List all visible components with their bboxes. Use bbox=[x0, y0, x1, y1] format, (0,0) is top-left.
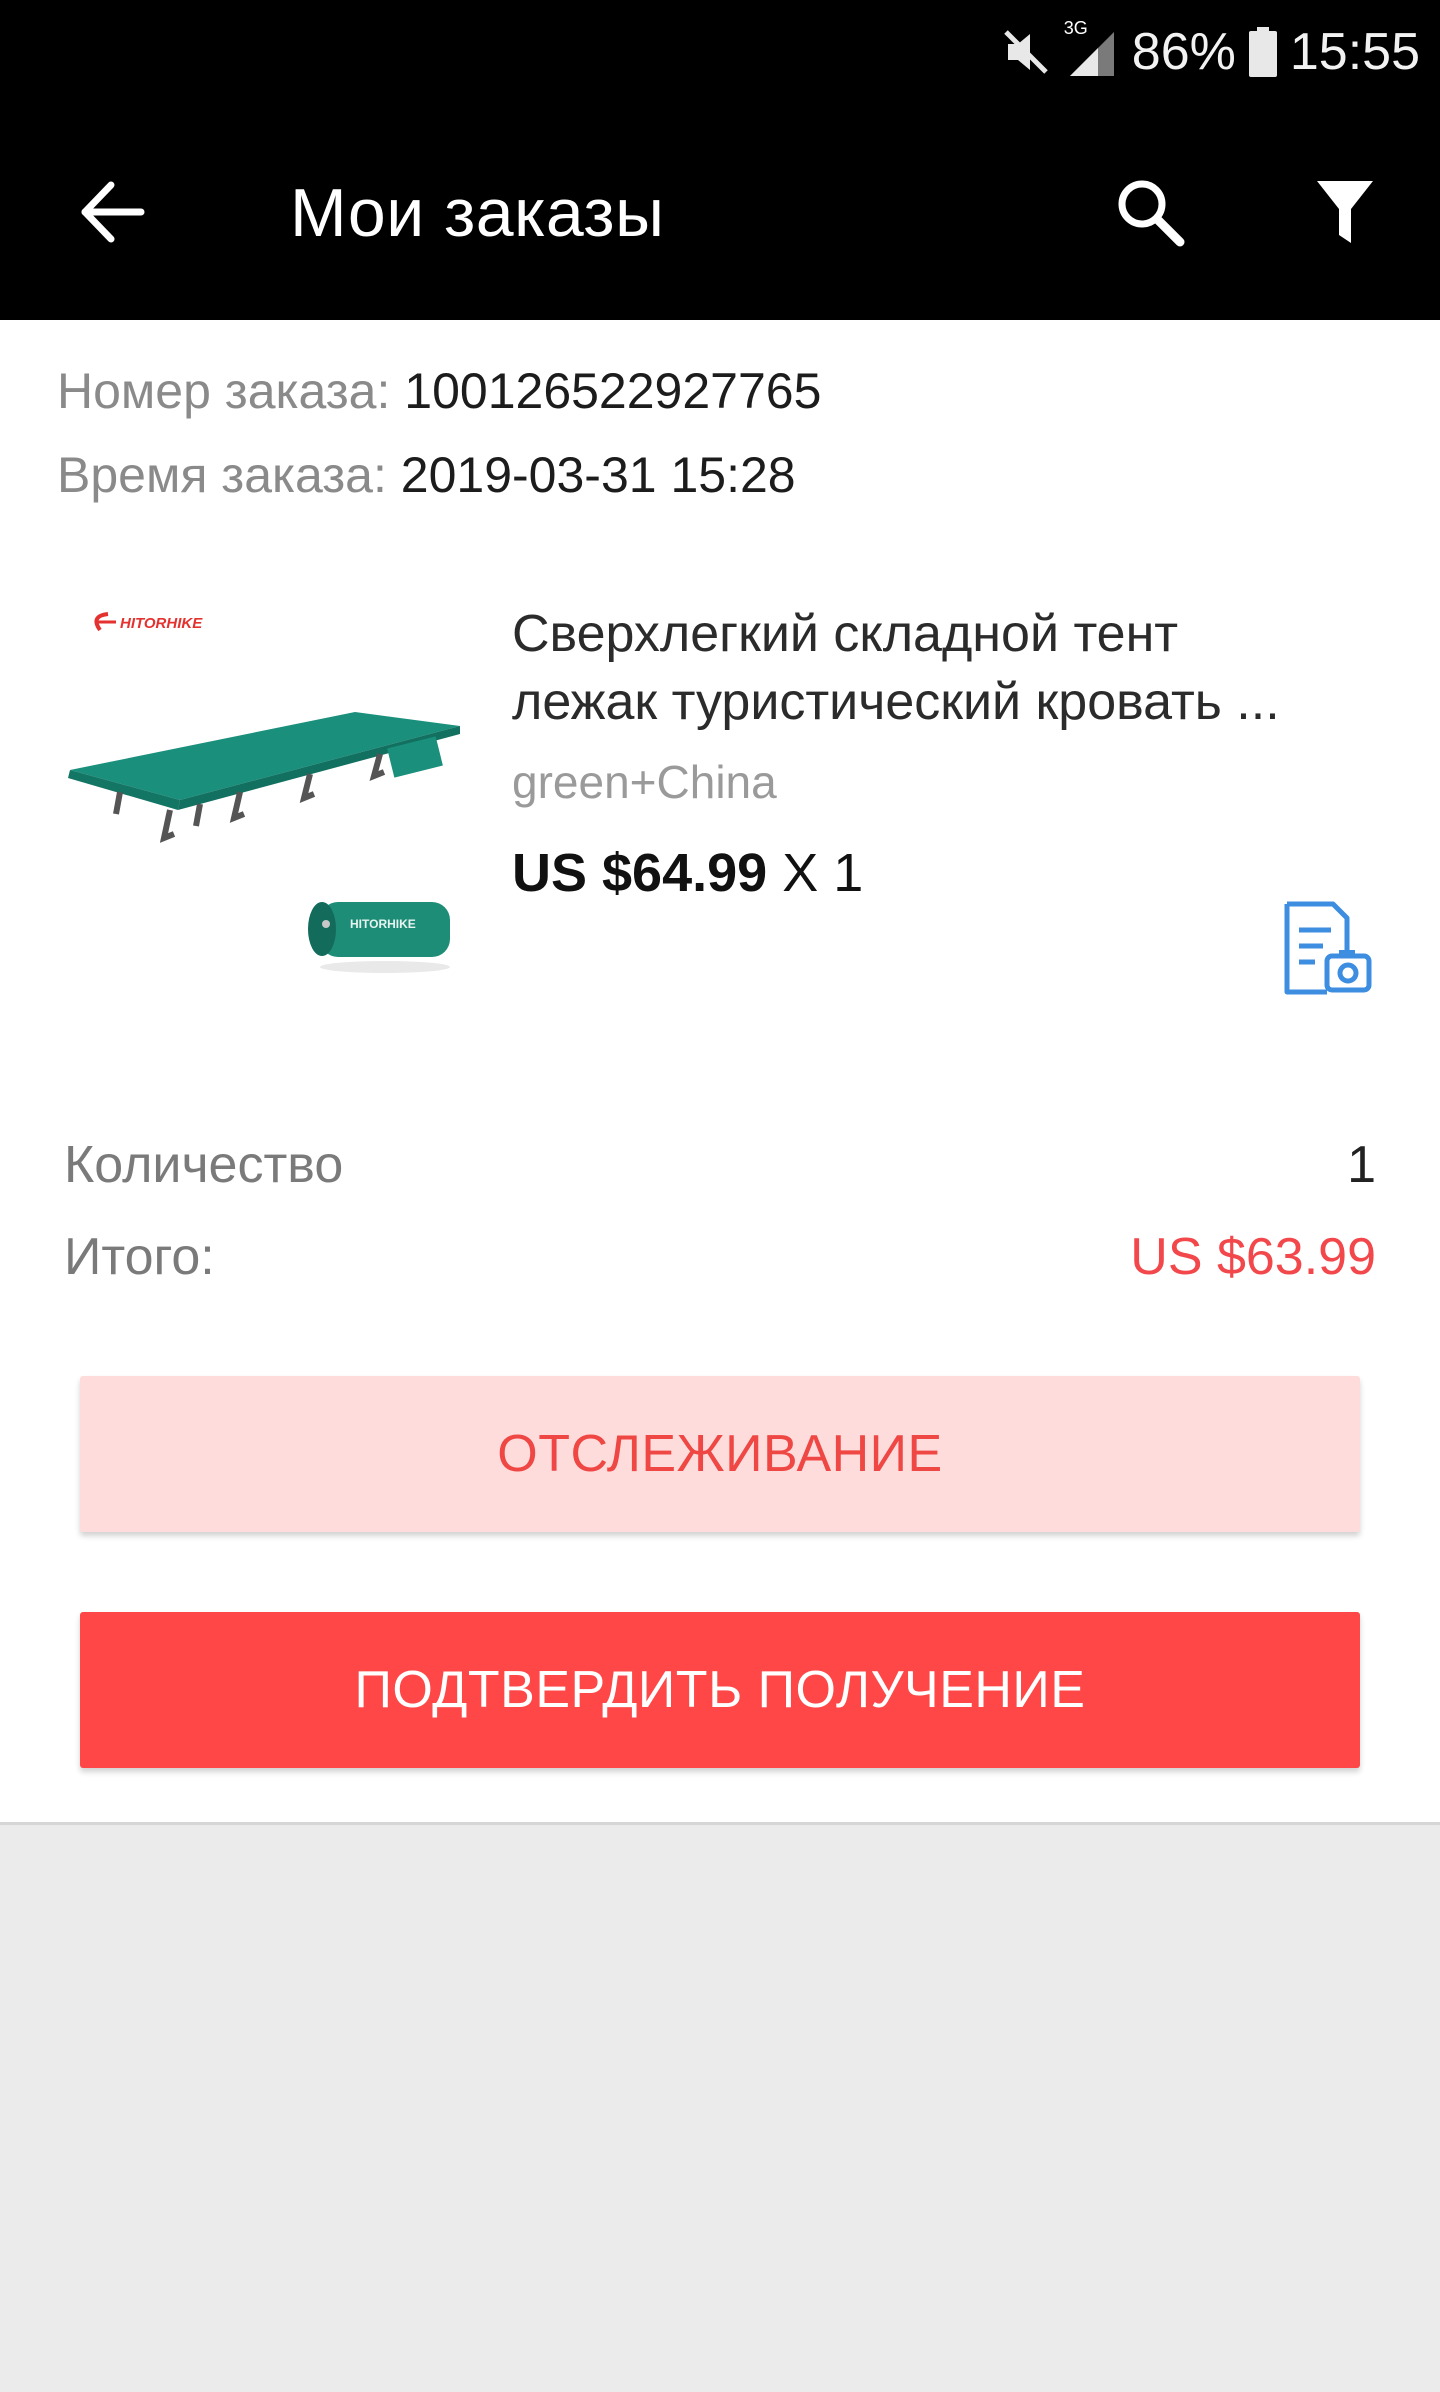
status-icons: 3G 86% 15:55 bbox=[1000, 14, 1420, 90]
product-price-line: US $64.99 X 1 bbox=[512, 838, 863, 908]
search-button[interactable] bbox=[1100, 162, 1200, 262]
order-number-row: Номер заказа: 100126522927765 bbox=[57, 356, 821, 426]
total-label: Итого: bbox=[64, 1228, 215, 1286]
battery-percent: 86% bbox=[1131, 23, 1236, 81]
document-camera-icon bbox=[1284, 901, 1372, 995]
carry-bag-illustration: HITORHIKE bbox=[308, 902, 450, 973]
product-variant: green+China bbox=[512, 756, 777, 808]
mute-icon bbox=[1000, 26, 1052, 78]
cot-illustration bbox=[68, 712, 460, 843]
product-image[interactable]: HITORHIKE HITORHIKE bbox=[60, 592, 480, 1012]
battery-icon bbox=[1248, 26, 1278, 78]
confirm-receipt-label: ПОДТВЕРДИТЬ ПОЛУЧЕНИЕ bbox=[354, 1661, 1086, 1719]
product-title[interactable]: Сверхлегкий складной тент лежак туристич… bbox=[512, 600, 1372, 736]
filter-button[interactable] bbox=[1295, 162, 1395, 262]
brand-logo-text: HITORHIKE bbox=[120, 615, 203, 632]
quantity-value: 1 bbox=[1347, 1136, 1376, 1194]
filter-icon bbox=[1317, 181, 1373, 243]
search-icon bbox=[1118, 180, 1185, 247]
app-toolbar: Мои заказы bbox=[0, 104, 1440, 320]
quantity-row: Количество 1 bbox=[64, 1130, 1376, 1200]
arrow-back-icon bbox=[81, 181, 145, 243]
order-number-value: 100126522927765 bbox=[404, 363, 822, 419]
order-number-label: Номер заказа: bbox=[57, 363, 391, 419]
photo-review-button[interactable] bbox=[1275, 898, 1375, 998]
order-time-label: Время заказа: bbox=[57, 447, 387, 503]
track-order-label: ОТСЛЕЖИВАНИЕ bbox=[497, 1425, 943, 1483]
signal-icon: 3G bbox=[1064, 18, 1120, 80]
network-type: 3G bbox=[1063, 18, 1088, 38]
product-title-line-1: Сверхлегкий складной тент bbox=[512, 605, 1179, 663]
order-card: Номер заказа: 100126522927765 Время зака… bbox=[0, 320, 1440, 1825]
back-button[interactable] bbox=[62, 162, 162, 262]
total-row: Итого: US $63.99 bbox=[64, 1222, 1376, 1292]
brand-logo: HITORHIKE bbox=[94, 612, 203, 632]
page-title: Мои заказы bbox=[290, 175, 665, 251]
order-time-row: Время заказа: 2019-03-31 15:28 bbox=[57, 440, 796, 510]
product-title-line-2: лежак туристический кровать ... bbox=[512, 673, 1280, 731]
status-bar: 3G 86% 15:55 bbox=[0, 0, 1440, 104]
confirm-receipt-button[interactable]: ПОДТВЕРДИТЬ ПОЛУЧЕНИЕ bbox=[80, 1612, 1360, 1768]
track-order-button[interactable]: ОТСЛЕЖИВАНИЕ bbox=[80, 1376, 1360, 1532]
clock: 15:55 bbox=[1289, 23, 1420, 81]
product-quantity: X 1 bbox=[782, 843, 864, 903]
total-value: US $63.99 bbox=[1130, 1228, 1376, 1286]
order-time-value: 2019-03-31 15:28 bbox=[400, 447, 796, 503]
product-price: US $64.99 bbox=[512, 843, 768, 903]
bag-brand-text: HITORHIKE bbox=[350, 917, 416, 931]
quantity-label: Количество bbox=[64, 1136, 344, 1194]
